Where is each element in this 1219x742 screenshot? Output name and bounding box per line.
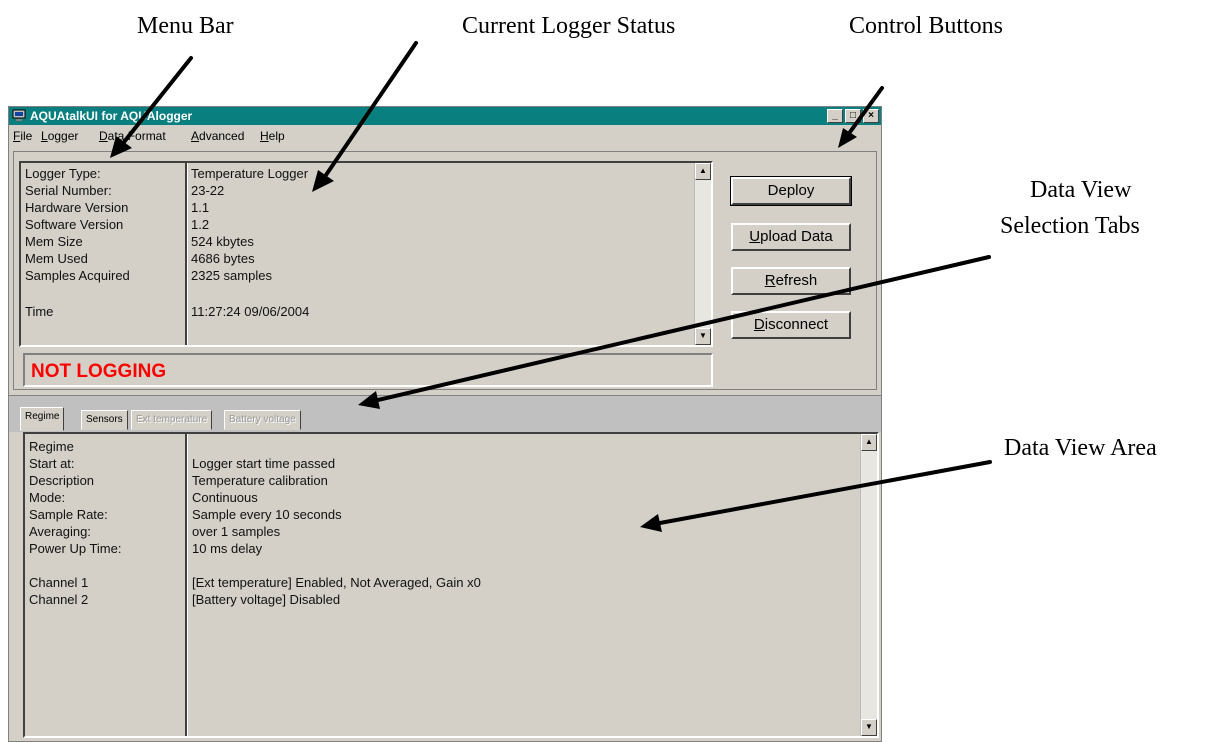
disconnect-button[interactable]: Disconnect [731, 311, 851, 339]
regime-label: Sample Rate: [29, 507, 108, 522]
logger-info-list: Logger Type: Serial Number: Hardware Ver… [19, 161, 713, 347]
regime-label: Start at: [29, 456, 75, 471]
regime-label: Channel 1 [29, 575, 89, 590]
tab-sensors[interactable]: Sensors [81, 410, 128, 430]
info-label: Hardware Version [25, 200, 129, 215]
callout-data-view-area: Data View Area [1004, 435, 1157, 461]
app-window: AQUAtalkUI for AQUAlogger _ □ × File Log… [8, 106, 882, 742]
menu-advanced[interactable]: Advanced [191, 125, 244, 147]
scroll-down-icon[interactable]: ▼ [695, 328, 711, 345]
info-label: Mem Used [25, 251, 88, 266]
info-value: 524 kbytes [191, 234, 254, 249]
info-label: Mem Size [25, 234, 83, 249]
maximize-button[interactable]: □ [845, 109, 861, 123]
menu-data-format[interactable]: Data Format [99, 125, 166, 147]
scroll-down-icon[interactable]: ▼ [861, 719, 877, 736]
regime-label: Regime [29, 439, 74, 454]
close-button[interactable]: × [863, 109, 879, 123]
info-value: 2325 samples [191, 268, 272, 283]
menu-file[interactable]: File [13, 125, 32, 147]
logging-status-box: NOT LOGGING [23, 353, 713, 387]
info-value: 23-22 [191, 183, 225, 198]
tab-battery-voltage[interactable]: Battery voltage [224, 410, 301, 430]
callout-menu-bar: Menu Bar [137, 13, 234, 39]
scroll-up-icon[interactable]: ▲ [861, 434, 877, 451]
regime-value: Sample every 10 seconds [192, 507, 342, 522]
regime-value: [Ext temperature] Enabled, Not Averaged,… [192, 575, 481, 590]
regime-value: Continuous [192, 490, 258, 505]
callout-current-logger-status: Current Logger Status [462, 13, 676, 39]
regime-value: Logger start time passed [192, 456, 336, 471]
info-value: Temperature Logger [191, 166, 309, 181]
title-bar[interactable]: AQUAtalkUI for AQUAlogger _ □ × [9, 107, 881, 125]
deploy-button[interactable]: Deploy [730, 176, 852, 206]
regime-label: Mode: [29, 490, 66, 505]
minimize-button[interactable]: _ [827, 109, 843, 123]
info-label: Serial Number: [25, 183, 112, 198]
regime-value: over 1 samples [192, 524, 281, 539]
callout-data-view-line1: Data View [1030, 177, 1132, 203]
window-title: AQUAtalkUI for AQUAlogger [30, 109, 193, 123]
tab-ext-temperature[interactable]: Ext temperature [131, 410, 213, 430]
computer-icon [12, 109, 26, 122]
info-value: 11:27:24 09/06/2004 [191, 304, 310, 319]
menu-bar: File Logger Data Format Advanced Help [9, 125, 881, 147]
data-view-scrollbar[interactable]: ▲ ▼ [860, 434, 877, 736]
regime-value: [Battery voltage] Disabled [192, 592, 341, 607]
regime-label: Power Up Time: [29, 541, 122, 556]
regime-label: Description [29, 473, 95, 488]
logging-status-text: NOT LOGGING [31, 361, 167, 382]
callout-data-view-line2: Selection Tabs [1000, 213, 1140, 239]
info-value: 4686 bytes [191, 251, 255, 266]
scroll-up-icon[interactable]: ▲ [695, 163, 711, 180]
menu-logger[interactable]: Logger [41, 125, 78, 147]
data-view-area: Regime Start at: Description Mode: Sampl… [23, 432, 879, 738]
info-label: Samples Acquired [25, 268, 130, 283]
regime-label: Channel 2 [29, 592, 89, 607]
info-scrollbar[interactable]: ▲ ▼ [694, 163, 711, 345]
menu-help[interactable]: Help [260, 125, 285, 147]
data-view-tabs: Regime Sensors Ext temperature Battery v… [9, 395, 881, 432]
info-label: Time [25, 304, 54, 319]
regime-value: 10 ms delay [192, 541, 263, 556]
refresh-button[interactable]: Refresh [731, 267, 851, 295]
upload-data-button[interactable]: Upload Data [731, 223, 851, 251]
info-label: Software Version [25, 217, 124, 232]
info-value: 1.2 [191, 217, 210, 232]
regime-label: Averaging: [29, 524, 91, 539]
regime-value: Temperature calibration [192, 473, 328, 488]
info-value: 1.1 [191, 200, 210, 215]
tab-regime[interactable]: Regime [20, 407, 65, 431]
callout-control-buttons: Control Buttons [849, 13, 1004, 39]
info-label: Logger Type: [25, 166, 101, 181]
